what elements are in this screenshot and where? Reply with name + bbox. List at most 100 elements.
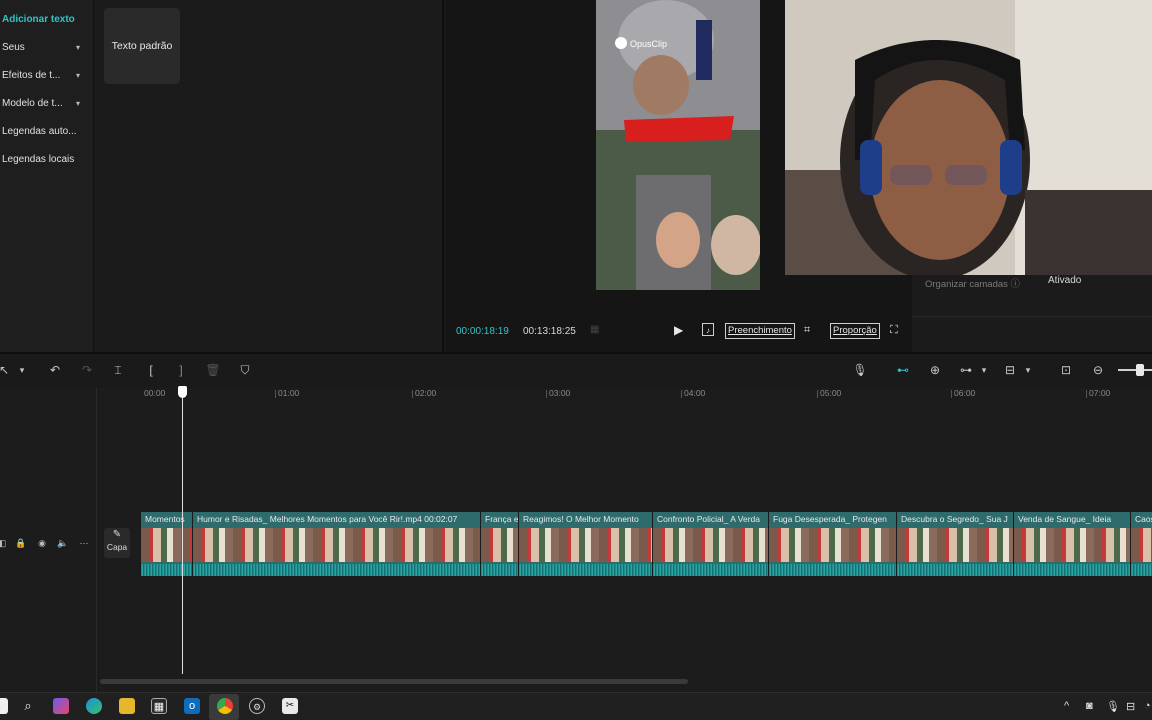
auto-snap-icon[interactable]: ⊕ (927, 362, 943, 378)
clip-thumbnails (481, 528, 518, 562)
clip-title: Fuga Desesperada_ Protegen (773, 514, 887, 524)
sidebar-item-auto-captions[interactable]: Legendas auto... (0, 122, 86, 142)
sidebar-item-add-text[interactable]: Adicionar texto (0, 10, 86, 30)
clip-title: Caos e (1135, 514, 1152, 524)
clip-thumbnails (141, 528, 192, 562)
ruler-label: 07:00 (1089, 388, 1111, 398)
video-clip[interactable]: Reagimos! O Melhor Momento (518, 512, 652, 576)
ruler-label: 04:00 (684, 388, 706, 398)
store-icon[interactable]: ▦ (151, 698, 167, 714)
arrange-layers-value[interactable]: Ativado (1048, 275, 1081, 286)
sidebar-item-text-effects[interactable]: Efeitos de t... ▾ (0, 66, 86, 86)
capcut-helper-icon[interactable]: ⚙ (249, 698, 265, 714)
magnet-icon[interactable]: ⊷ (895, 362, 911, 378)
microphone-icon[interactable]: 🎙 (852, 362, 868, 378)
timecode-grid-icon: ▦ (590, 324, 600, 335)
video-clip[interactable]: Fuga Desesperada_ Protegen (768, 512, 896, 576)
audio-icon[interactable]: 🔈 (57, 538, 69, 549)
microphone-icon[interactable]: 🎙 (1106, 700, 1120, 713)
clip-waveform (193, 564, 480, 576)
screenshot-icon[interactable]: ⌗ (804, 323, 810, 339)
ruler-label: 05:00 (820, 388, 842, 398)
select-tool-icon[interactable]: ↖ (0, 362, 12, 378)
outlook-icon[interactable]: o (184, 698, 200, 714)
chevron-up-icon[interactable]: ^ (1064, 700, 1069, 712)
cover-button[interactable]: ✎ Capa (104, 528, 130, 558)
video-clip[interactable]: Caos e (1130, 512, 1152, 576)
wifi-icon[interactable]: ◔ (1144, 700, 1151, 712)
clip-waveform (653, 564, 768, 576)
video-clip[interactable]: Confronto Policial_ A Verda (652, 512, 768, 576)
file-explorer-icon[interactable] (119, 698, 135, 714)
play-button[interactable]: ▶ (674, 323, 683, 339)
chevron-down-icon: ▾ (75, 43, 80, 52)
ruler-label: 03:00 (549, 388, 571, 398)
trim-left-icon[interactable]: [ (143, 362, 159, 378)
video-clip[interactable]: França e (480, 512, 518, 576)
zoom-out-icon[interactable]: ⊖ (1090, 362, 1106, 378)
preview-axis-icon[interactable]: ⊟ (1002, 362, 1018, 378)
clip-thumbnails (193, 528, 480, 562)
delete-icon[interactable]: 🗑 (205, 362, 221, 378)
playhead-handle[interactable] (178, 386, 187, 398)
video-frame-left-graphic: OpusClip (596, 0, 760, 290)
undo-icon[interactable]: ↶ (47, 362, 63, 378)
divider (912, 316, 1152, 317)
trim-right-icon[interactable]: ] (173, 362, 189, 378)
split-icon[interactable]: ⌶ (110, 362, 126, 378)
lock-icon[interactable]: 🔒 (15, 538, 27, 549)
video-clip[interactable]: Momentos (140, 512, 192, 576)
start-icon[interactable] (0, 698, 8, 714)
visibility-icon[interactable]: ◉ (36, 538, 48, 549)
ruler-tick (951, 390, 952, 398)
fill-button[interactable]: Preenchimento (725, 323, 795, 339)
zoom-slider[interactable] (1118, 369, 1152, 371)
capcut-icon[interactable]: ✂ (282, 698, 298, 714)
default-text-card[interactable]: Texto padrão (104, 8, 180, 84)
link-icon[interactable]: ⊶ (958, 362, 974, 378)
edge-icon[interactable] (86, 698, 102, 714)
fit-timeline-icon[interactable]: ⊡ (1058, 362, 1074, 378)
clip-waveform (141, 564, 192, 576)
sidebar-item-text-templates[interactable]: Modelo de t... ▾ (0, 94, 86, 114)
marker-icon[interactable]: ⛉ (237, 362, 253, 378)
clip-thumbnails (653, 528, 768, 562)
chrome-icon[interactable] (217, 698, 233, 714)
sidebar-item-label: Legendas locais (2, 154, 75, 165)
total-duration: 00:13:18:25 (523, 326, 576, 337)
copilot-icon[interactable] (53, 698, 69, 714)
current-timecode: 00:00:18:19 (456, 326, 509, 337)
clip-title: Momentos (145, 514, 185, 524)
video-track: Momentos Humor e Risadas_ Melhores Momen… (140, 512, 1152, 576)
timeline-scrollbar[interactable] (100, 679, 688, 684)
track-collapse-icon[interactable]: ◧ (0, 538, 8, 549)
chevron-down-icon[interactable]: ▾ (1020, 362, 1036, 378)
chevron-down-icon[interactable]: ▾ (976, 362, 992, 378)
search-icon[interactable]: ⌕ (20, 698, 36, 714)
ratio-button[interactable]: Proporção (830, 323, 880, 339)
video-frame-left: OpusClip (596, 0, 760, 290)
fullscreen-icon[interactable]: ⛶ (890, 323, 898, 339)
network-icon[interactable]: ⊟ (1126, 700, 1135, 713)
sidebar-item-yours[interactable]: Seus ▾ (0, 38, 86, 58)
playhead-line[interactable] (182, 392, 183, 674)
clip-title: Venda de Sangue_ Ideia (1018, 514, 1112, 524)
video-clip[interactable]: Humor e Risadas_ Melhores Momentos para … (192, 512, 480, 576)
clip-title: França e (485, 514, 518, 524)
camera-icon[interactable]: ◙ (1086, 700, 1093, 712)
ruler-tick (412, 390, 413, 398)
cover-label: Capa (106, 542, 128, 552)
video-frame-right-graphic (785, 0, 1152, 275)
opusclip-watermark: OpusClip (630, 39, 667, 49)
ruler-tick (1086, 390, 1087, 398)
ruler-tick (817, 390, 818, 398)
more-options-icon[interactable]: ⋯ (78, 538, 90, 549)
video-clip[interactable]: Venda de Sangue_ Ideia (1013, 512, 1130, 576)
video-clip[interactable]: Descubra o Segredo_ Sua J (896, 512, 1013, 576)
edit-pencil-icon: ✎ (112, 529, 122, 540)
tiktok-format-icon[interactable]: ♪ (702, 323, 714, 336)
chevron-down-icon[interactable]: ▾ (14, 362, 30, 378)
zoom-slider-handle[interactable] (1136, 364, 1144, 376)
sidebar-item-local-captions[interactable]: Legendas locais (0, 150, 86, 170)
redo-icon[interactable]: ↷ (79, 362, 95, 378)
